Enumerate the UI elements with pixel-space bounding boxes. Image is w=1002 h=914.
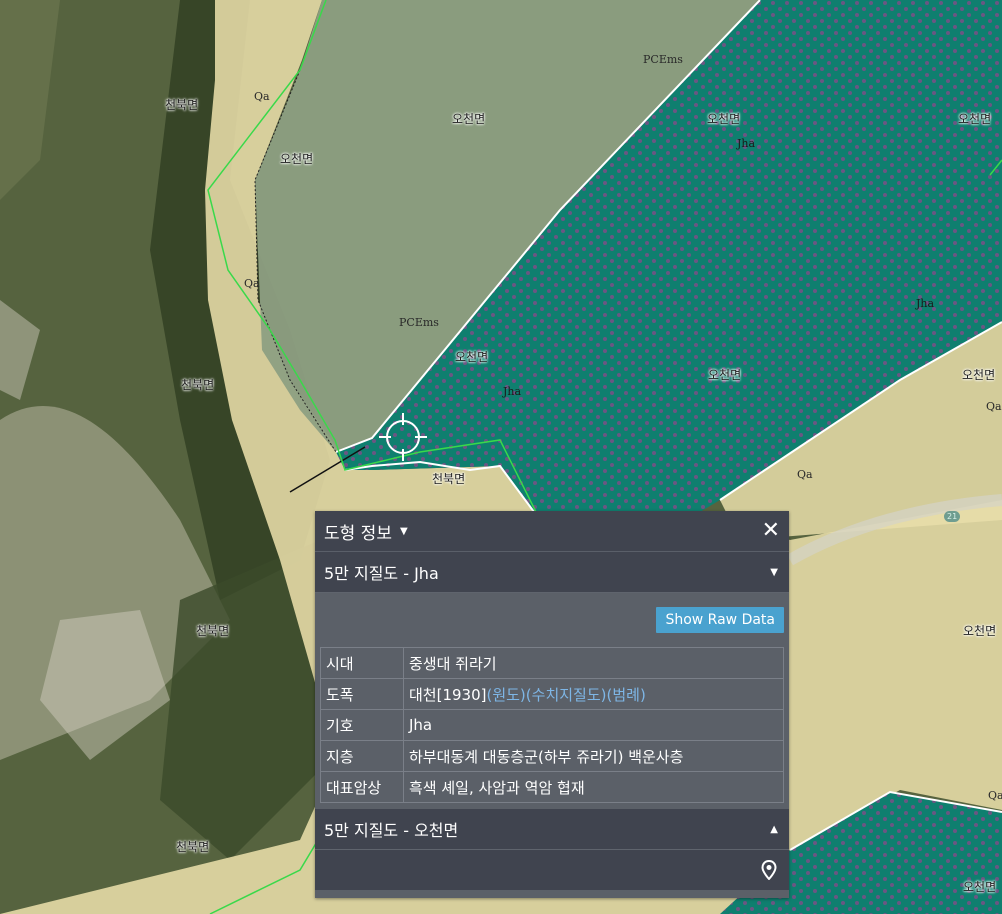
map-place-label: 천북면 (181, 378, 215, 392)
attribute-table: 시대 중생대 쥐라기 도폭 대천[1930](원도)(수치지질도)(범례) 기호… (320, 647, 784, 803)
attribute-value-cell: 대천[1930](원도)(수치지질도)(범례) (403, 678, 784, 710)
chevron-up-icon[interactable]: ▲ (770, 824, 780, 835)
map-place-label: 천북면 (176, 840, 210, 854)
table-row: 도폭 대천[1930](원도)(수치지질도)(범례) (320, 678, 784, 710)
close-icon[interactable]: ✕ (762, 520, 780, 542)
location-pin-icon[interactable] (761, 860, 777, 880)
attribute-key: 시대 (320, 647, 404, 679)
map-place-label: 오천면 (962, 368, 996, 382)
map-place-label: 천북면 (196, 624, 230, 638)
section-jha-body: Show Raw Data 시대 중생대 쥐라기 도폭 대천[1930](원도)… (315, 593, 789, 809)
map-unit-label: Qa (244, 277, 260, 290)
map-place-label: 오천면 (455, 350, 489, 364)
map-unit-label: PCEms (643, 53, 683, 66)
map-place-label: 오천면 (280, 152, 314, 166)
map-place-label: 천북면 (165, 98, 199, 112)
table-row: 대표암상 흑색 셰일, 사암과 역암 협재 (320, 771, 784, 803)
map-unit-label: Qa (254, 90, 270, 103)
original-map-link[interactable]: (원도) (486, 686, 525, 704)
map-unit-label: Qa (986, 400, 1002, 413)
map-place-label: 천북면 (432, 472, 466, 486)
attribute-key: 도폭 (320, 678, 404, 710)
attribute-key: 기호 (320, 709, 404, 741)
map-unit-label: Qa (988, 789, 1002, 802)
road-number-badge: 21 (944, 511, 961, 522)
section-ocheon-header[interactable]: 5만 지질도 - 오천면 ▲ (315, 809, 789, 850)
panel-title-dropdown-icon[interactable]: ▼ (400, 526, 408, 537)
map-unit-label: Jha (737, 137, 756, 150)
table-row: 기호 Jha (320, 709, 784, 741)
map-place-label: 오천면 (452, 112, 486, 126)
map-unit-label: Jha (503, 385, 522, 398)
section-ocheon-title: 5만 지질도 - 오천면 (324, 821, 459, 840)
attribute-value: 대천[1930] (409, 685, 487, 704)
map-unit-label: Jha (916, 297, 935, 310)
digital-map-link[interactable]: (수치지질도) (526, 686, 607, 704)
map-place-label: 오천면 (708, 368, 742, 382)
attribute-value: 흑색 셰일, 사암과 역암 협재 (403, 771, 784, 803)
map-place-label: 오천면 (707, 112, 741, 126)
show-raw-data-button[interactable]: Show Raw Data (656, 607, 784, 633)
map-unit-label: PCEms (399, 316, 439, 329)
attribute-value: Jha (403, 709, 784, 741)
table-row: 지층 하부대동계 대동층군(하부 쥬라기) 백운사층 (320, 740, 784, 772)
map-place-label: 오천면 (963, 624, 997, 638)
panel-title: 도형 정보 (324, 523, 392, 544)
attribute-key: 지층 (320, 740, 404, 772)
feature-info-panel: 도형 정보 ▼ ✕ 5만 지질도 - Jha ▼ Show Raw Data 시… (315, 511, 789, 898)
attribute-value: 하부대동계 대동층군(하부 쥬라기) 백운사층 (403, 740, 784, 772)
legend-link[interactable]: (범례) (607, 686, 646, 704)
map-place-label: 오천면 (958, 112, 992, 126)
panel-footer (315, 850, 789, 890)
panel-header: 도형 정보 ▼ ✕ (315, 511, 789, 552)
section-jha-title: 5만 지질도 - Jha (324, 564, 439, 583)
attribute-value: 중생대 쥐라기 (403, 647, 784, 679)
table-row: 시대 중생대 쥐라기 (320, 647, 784, 679)
attribute-key: 대표암상 (320, 771, 404, 803)
map-unit-label: Qa (797, 468, 813, 481)
map-place-label: 오천면 (963, 880, 997, 894)
chevron-down-icon[interactable]: ▼ (770, 567, 780, 578)
section-jha-header[interactable]: 5만 지질도 - Jha ▼ (315, 552, 789, 593)
